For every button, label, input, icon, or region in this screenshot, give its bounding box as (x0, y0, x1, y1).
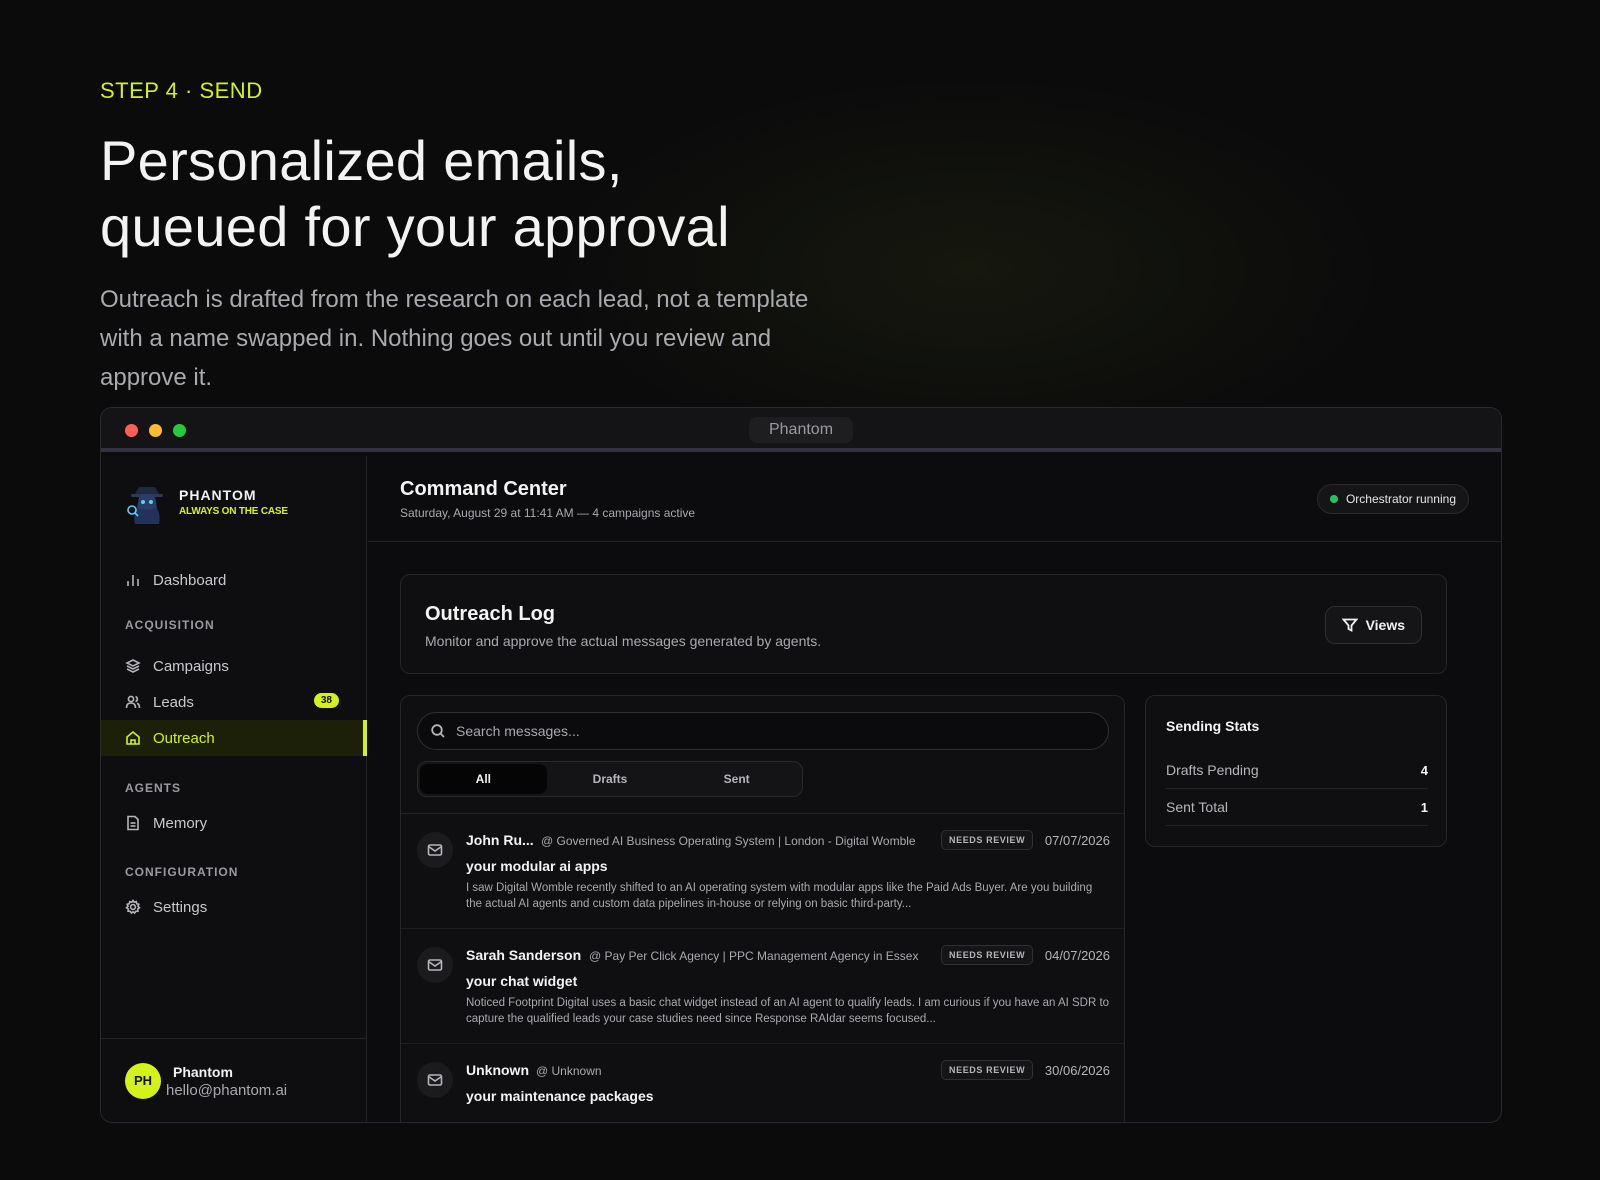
brand-tagline: ALWAYS ON THE CASE (179, 506, 288, 517)
sidebar-item-memory[interactable]: Memory (101, 805, 367, 841)
sending-stats-title: Sending Stats (1166, 718, 1260, 734)
sending-stats-panel: Sending Stats Drafts Pending 4 Sent Tota… (1145, 695, 1447, 847)
search-icon (431, 724, 445, 738)
phantom-detective-icon (127, 487, 163, 524)
app-window: Phantom PHANTOM ALWAYS ON THE CASE Dashb… (100, 407, 1502, 1123)
message-preview: Noticed Footprint Digital uses a basic c… (466, 997, 1110, 1025)
stat-row-drafts-pending: Drafts Pending 4 (1166, 752, 1428, 789)
message-subject: your modular ai apps (466, 858, 608, 874)
tab-sent[interactable]: Sent (673, 764, 800, 794)
mail-icon (417, 832, 453, 868)
status-badge: NEEDS REVIEW (941, 1060, 1034, 1080)
step-eyebrow: STEP 4 · SEND (100, 78, 263, 103)
sidebar-item-campaigns[interactable]: Campaigns (101, 648, 367, 684)
gear-icon (125, 899, 141, 915)
message-sender: Sarah Sanderson (466, 947, 582, 963)
message-sender: John Ru... (466, 832, 534, 848)
user-name: Phantom (173, 1064, 233, 1080)
list-item[interactable]: John Ru... @ Governed AI Business Operat… (401, 814, 1124, 929)
stat-value: 4 (1420, 762, 1428, 778)
layers-icon (125, 659, 141, 673)
sidebar-item-outreach[interactable]: Outreach (101, 720, 367, 756)
section-label-acquisition: ACQUISITION (125, 618, 215, 632)
views-button-label: Views (1365, 617, 1405, 633)
status-label: Orchestrator running (1345, 492, 1456, 506)
status-badge: NEEDS REVIEW (941, 945, 1034, 965)
brand[interactable]: PHANTOM ALWAYS ON THE CASE (123, 478, 288, 526)
stat-row-sent-total: Sent Total 1 (1166, 789, 1428, 826)
message-company: @ Pay Per Click Agency | PPC Management … (589, 949, 919, 963)
sidebar-item-label: Campaigns (153, 657, 229, 675)
message-list-panel: All Drafts Sent John Ru... @ Governed AI… (400, 695, 1125, 1122)
status-dot-icon (1329, 495, 1338, 503)
sidebar-item-label: Settings (153, 898, 208, 916)
brand-name: PHANTOM (179, 487, 257, 503)
stat-label: Sent Total (1166, 799, 1229, 815)
window-titlebar: Phantom (101, 408, 1501, 452)
list-item[interactable]: Unknown @ Unknown NEEDS REVIEW 30/06/202… (401, 1044, 1124, 1122)
sidebar-item-settings[interactable]: Settings (101, 889, 367, 925)
hero-subtext: Outreach is drafted from the research on… (100, 286, 809, 391)
message-date: 07/07/2026 (1044, 833, 1110, 848)
list-item[interactable]: Sarah Sanderson @ Pay Per Click Agency |… (401, 929, 1124, 1044)
message-date: 04/07/2026 (1044, 948, 1110, 963)
avatar: PH (125, 1062, 161, 1099)
message-filter-tabs: All Drafts Sent (417, 761, 803, 797)
search-input[interactable] (456, 723, 1056, 739)
maximize-window-button[interactable] (173, 424, 186, 437)
sidebar-item-label: Outreach (153, 729, 215, 747)
main-content: Command Center Saturday, August 29 at 11… (368, 456, 1501, 1122)
search-bar[interactable] (417, 712, 1109, 750)
users-icon (125, 695, 141, 709)
window-title: Phantom (748, 417, 854, 443)
message-subject: your maintenance packages (466, 1088, 654, 1104)
user-email: hello@phantom.ai (166, 1082, 288, 1099)
tab-all[interactable]: All (420, 764, 547, 794)
document-icon (127, 815, 139, 831)
views-button[interactable]: Views (1324, 606, 1422, 644)
user-profile[interactable]: PH Phantom hello@phantom.ai (101, 1038, 367, 1122)
outreach-log-title: Outreach Log (425, 603, 556, 625)
message-preview: I saw Digital Womble recently shifted to… (466, 882, 1093, 910)
tab-drafts[interactable]: Drafts (547, 764, 674, 794)
stat-value: 1 (1420, 799, 1428, 815)
message-company: @ Governed AI Business Operating System … (541, 834, 916, 848)
sidebar-item-label: Memory (153, 814, 208, 832)
status-badge: Orchestrator running (1316, 484, 1469, 514)
message-subject: your chat widget (466, 973, 578, 989)
filter-icon (1341, 618, 1358, 632)
leads-count-badge: 38 (313, 693, 339, 708)
headline-line-2: queued for your approval (100, 195, 730, 258)
sidebar: PHANTOM ALWAYS ON THE CASE Dashboard ACQ… (101, 456, 367, 1122)
message-sender: Unknown (466, 1062, 529, 1078)
sidebar-item-dashboard[interactable]: Dashboard (101, 562, 367, 598)
section-label-configuration: CONFIGURATION (125, 865, 239, 879)
bar-chart-icon (127, 575, 139, 586)
headline-line-1: Personalized emails, (100, 129, 623, 192)
user-info: Phantom hello@phantom.ai (166, 1064, 287, 1099)
sidebar-item-label: Leads (153, 693, 194, 711)
home-icon (126, 730, 140, 745)
brand-text: PHANTOM ALWAYS ON THE CASE (179, 487, 288, 517)
minimize-window-button[interactable] (149, 424, 162, 437)
outreach-log-header-card: Outreach Log Monitor and approve the act… (400, 574, 1447, 674)
outreach-log-subtitle: Monitor and approve the actual messages … (425, 633, 822, 649)
page-title: Command Center (400, 478, 567, 500)
status-badge: NEEDS REVIEW (941, 830, 1034, 850)
sidebar-item-label: Dashboard (153, 571, 227, 589)
stat-label: Drafts Pending (1166, 762, 1259, 778)
page-subtitle: Saturday, August 29 at 11:41 AM — 4 camp… (400, 506, 696, 520)
mail-icon (417, 947, 453, 983)
hero-section: STEP 4 · SEND Personalized emails, queue… (100, 78, 860, 397)
message-date: 30/06/2026 (1044, 1063, 1110, 1078)
message-company: @ Unknown (536, 1064, 602, 1078)
sidebar-item-leads[interactable]: Leads 38 (101, 684, 367, 720)
hero-headline: Personalized emails, queued for your app… (100, 128, 860, 260)
close-window-button[interactable] (125, 424, 138, 437)
mail-icon (417, 1062, 453, 1098)
section-label-agents: AGENTS (125, 781, 182, 795)
page-header: Command Center Saturday, August 29 at 11… (368, 456, 1501, 542)
